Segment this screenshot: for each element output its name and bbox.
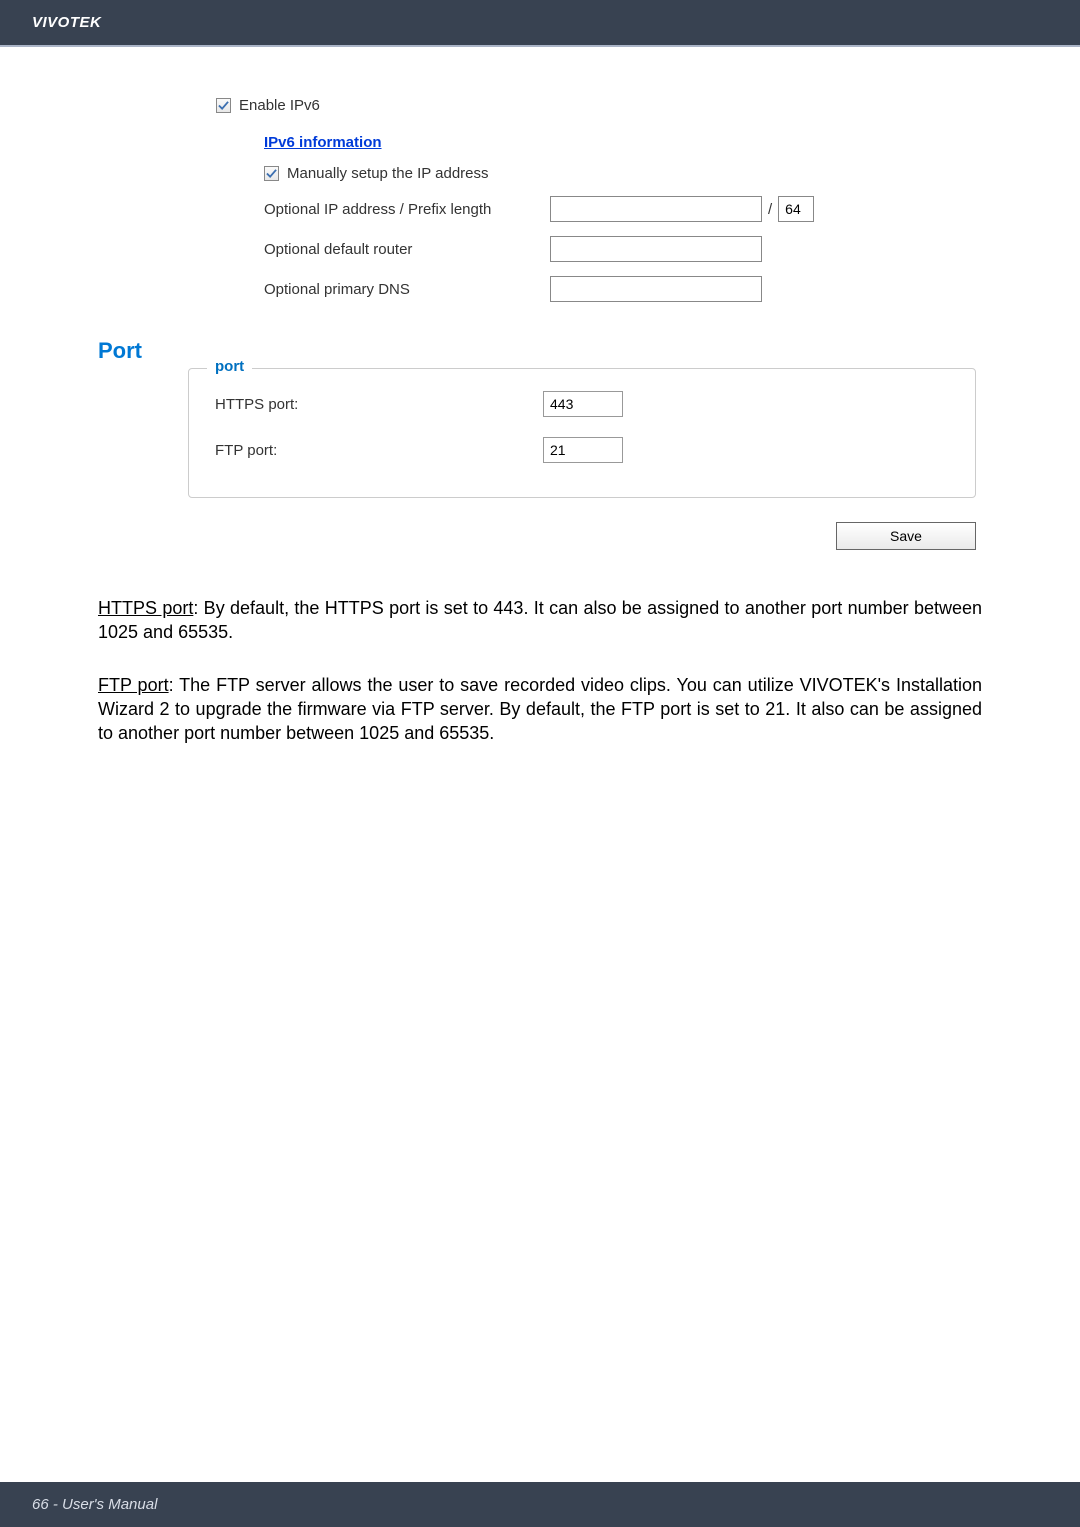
https-port-desc: : By default, the HTTPS port is set to 4… <box>98 598 982 642</box>
prefix-length-input[interactable] <box>778 196 814 222</box>
brand-text: VIVOTEK <box>32 14 101 31</box>
brand-header: VIVOTEK <box>0 0 1080 45</box>
enable-ipv6-row: Enable IPv6 <box>216 97 982 114</box>
port-fieldset: port HTTPS port: FTP port: <box>188 368 976 498</box>
ftp-port-paragraph: FTP port: The FTP server allows the user… <box>98 673 982 746</box>
save-row: Save <box>98 522 976 550</box>
https-port-input[interactable] <box>543 391 623 417</box>
save-button[interactable]: Save <box>836 522 976 550</box>
https-port-paragraph: HTTPS port: By default, the HTTPS port i… <box>98 596 982 645</box>
content-area: Enable IPv6 IPv6 information Manually se… <box>0 49 1080 745</box>
check-icon <box>266 168 277 179</box>
ipv6-section: Enable IPv6 IPv6 information Manually se… <box>98 69 982 302</box>
optional-ip-label: Optional IP address / Prefix length <box>264 201 550 218</box>
header-divider <box>0 45 1080 47</box>
slash-separator: / <box>768 201 772 218</box>
enable-ipv6-checkbox[interactable] <box>216 98 231 113</box>
optional-ip-input[interactable] <box>550 196 762 222</box>
footer-text: 66 - User's Manual <box>32 1496 157 1513</box>
https-port-label: HTTPS port: <box>215 396 543 413</box>
ftp-port-input[interactable] <box>543 437 623 463</box>
ftp-port-desc: : The FTP server allows the user to save… <box>98 675 982 744</box>
https-port-row: HTTPS port: <box>215 391 949 417</box>
optional-router-label: Optional default router <box>264 241 550 258</box>
ftp-port-row: FTP port: <box>215 437 949 463</box>
ipv6-information-link[interactable]: IPv6 information <box>264 134 382 151</box>
optional-dns-label: Optional primary DNS <box>264 281 550 298</box>
ipv6-info-row: IPv6 information <box>264 134 982 151</box>
optional-router-input[interactable] <box>550 236 762 262</box>
https-port-term: HTTPS port <box>98 598 193 618</box>
ftp-port-label: FTP port: <box>215 442 543 459</box>
optional-dns-row: Optional primary DNS <box>264 276 982 302</box>
optional-ip-row: Optional IP address / Prefix length / <box>264 196 982 222</box>
manual-setup-row: Manually setup the IP address <box>264 165 982 182</box>
ipv6-subblock: IPv6 information Manually setup the IP a… <box>216 128 982 302</box>
optional-router-row: Optional default router <box>264 236 982 262</box>
port-legend: port <box>207 358 252 375</box>
enable-ipv6-label: Enable IPv6 <box>239 97 320 114</box>
optional-dns-input[interactable] <box>550 276 762 302</box>
footer-bar: 66 - User's Manual <box>0 1482 1080 1527</box>
manual-setup-checkbox[interactable] <box>264 166 279 181</box>
manual-setup-label: Manually setup the IP address <box>287 165 489 182</box>
ftp-port-term: FTP port <box>98 675 169 695</box>
check-icon <box>218 100 229 111</box>
